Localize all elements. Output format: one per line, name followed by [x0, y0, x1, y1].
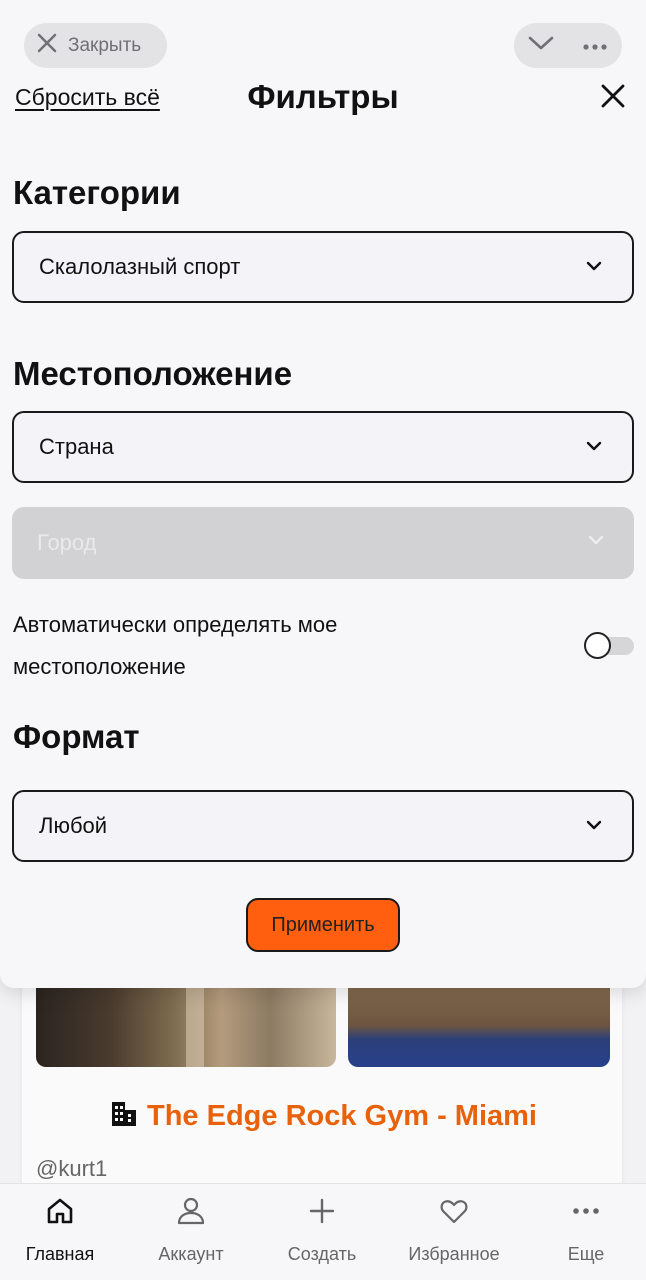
nav-label: Аккаунт	[158, 1244, 224, 1264]
menu-button[interactable]	[568, 23, 622, 68]
gym-photo[interactable]	[348, 975, 610, 1067]
city-value: Город	[37, 530, 97, 555]
bottom-nav: Главная Аккаунт Создать Избранное Еще	[0, 1183, 646, 1280]
user-handle[interactable]: @kurt1	[36, 1156, 107, 1182]
more-icon	[521, 1196, 646, 1228]
category-value: Скалолазный спорт	[39, 254, 241, 279]
toggle-knob	[584, 632, 611, 659]
nav-label: Еще	[567, 1244, 605, 1264]
chevron-down-icon	[588, 533, 604, 551]
nav-label: Избранное	[408, 1244, 500, 1264]
gym-photo[interactable]	[36, 975, 336, 1067]
gym-title[interactable]: The Edge Rock Gym - Miami	[0, 1098, 646, 1136]
nav-item-home[interactable]: Главная	[0, 1184, 125, 1280]
category-heading: Категории	[13, 174, 181, 211]
filter-sheet: Закрыть Сбросить всё Фильтры Категории С…	[0, 0, 646, 988]
chevron-down-icon	[586, 818, 602, 836]
chevron-down-icon	[586, 259, 602, 277]
country-value: Страна	[39, 434, 114, 459]
auto-location-toggle[interactable]	[584, 632, 634, 659]
close-icon	[36, 32, 58, 59]
auto-location-label: Автоматически определять мое местоположе…	[13, 612, 338, 679]
format-select[interactable]: Любой	[12, 790, 634, 862]
nav-item-create[interactable]: Создать	[257, 1184, 387, 1280]
sheet-title: Фильтры	[247, 78, 399, 115]
close-pill-label: Закрыть	[68, 34, 142, 56]
country-select[interactable]: Страна	[12, 411, 634, 483]
category-select[interactable]: Скалолазный спорт	[12, 231, 634, 303]
building-icon	[109, 1098, 139, 1136]
more-icon	[583, 37, 607, 55]
nav-item-account[interactable]: Аккаунт	[126, 1184, 256, 1280]
close-icon	[600, 83, 626, 114]
location-heading: Местоположение	[13, 355, 293, 392]
close-sheet-button[interactable]	[597, 82, 629, 114]
minimize-button[interactable]	[514, 23, 568, 68]
chevron-down-icon	[528, 35, 554, 56]
plus-icon	[257, 1196, 387, 1228]
heart-icon	[389, 1196, 519, 1228]
format-value: Любой	[39, 813, 108, 838]
window-controls	[514, 23, 622, 68]
city-select[interactable]: Город	[12, 507, 634, 579]
nav-label: Создать	[287, 1244, 357, 1264]
nav-label: Главная	[25, 1244, 95, 1264]
close-pill-button[interactable]: Закрыть	[24, 23, 167, 68]
chevron-down-icon	[586, 439, 602, 457]
gym-name: The Edge Rock Gym - Miami	[147, 1100, 537, 1132]
home-icon	[0, 1196, 125, 1228]
user-icon	[126, 1196, 256, 1228]
format-heading: Формат	[13, 718, 140, 755]
nav-item-more[interactable]: Еще	[521, 1184, 646, 1280]
apply-button[interactable]: Применить	[246, 898, 400, 952]
nav-item-favorites[interactable]: Избранное	[389, 1184, 519, 1280]
